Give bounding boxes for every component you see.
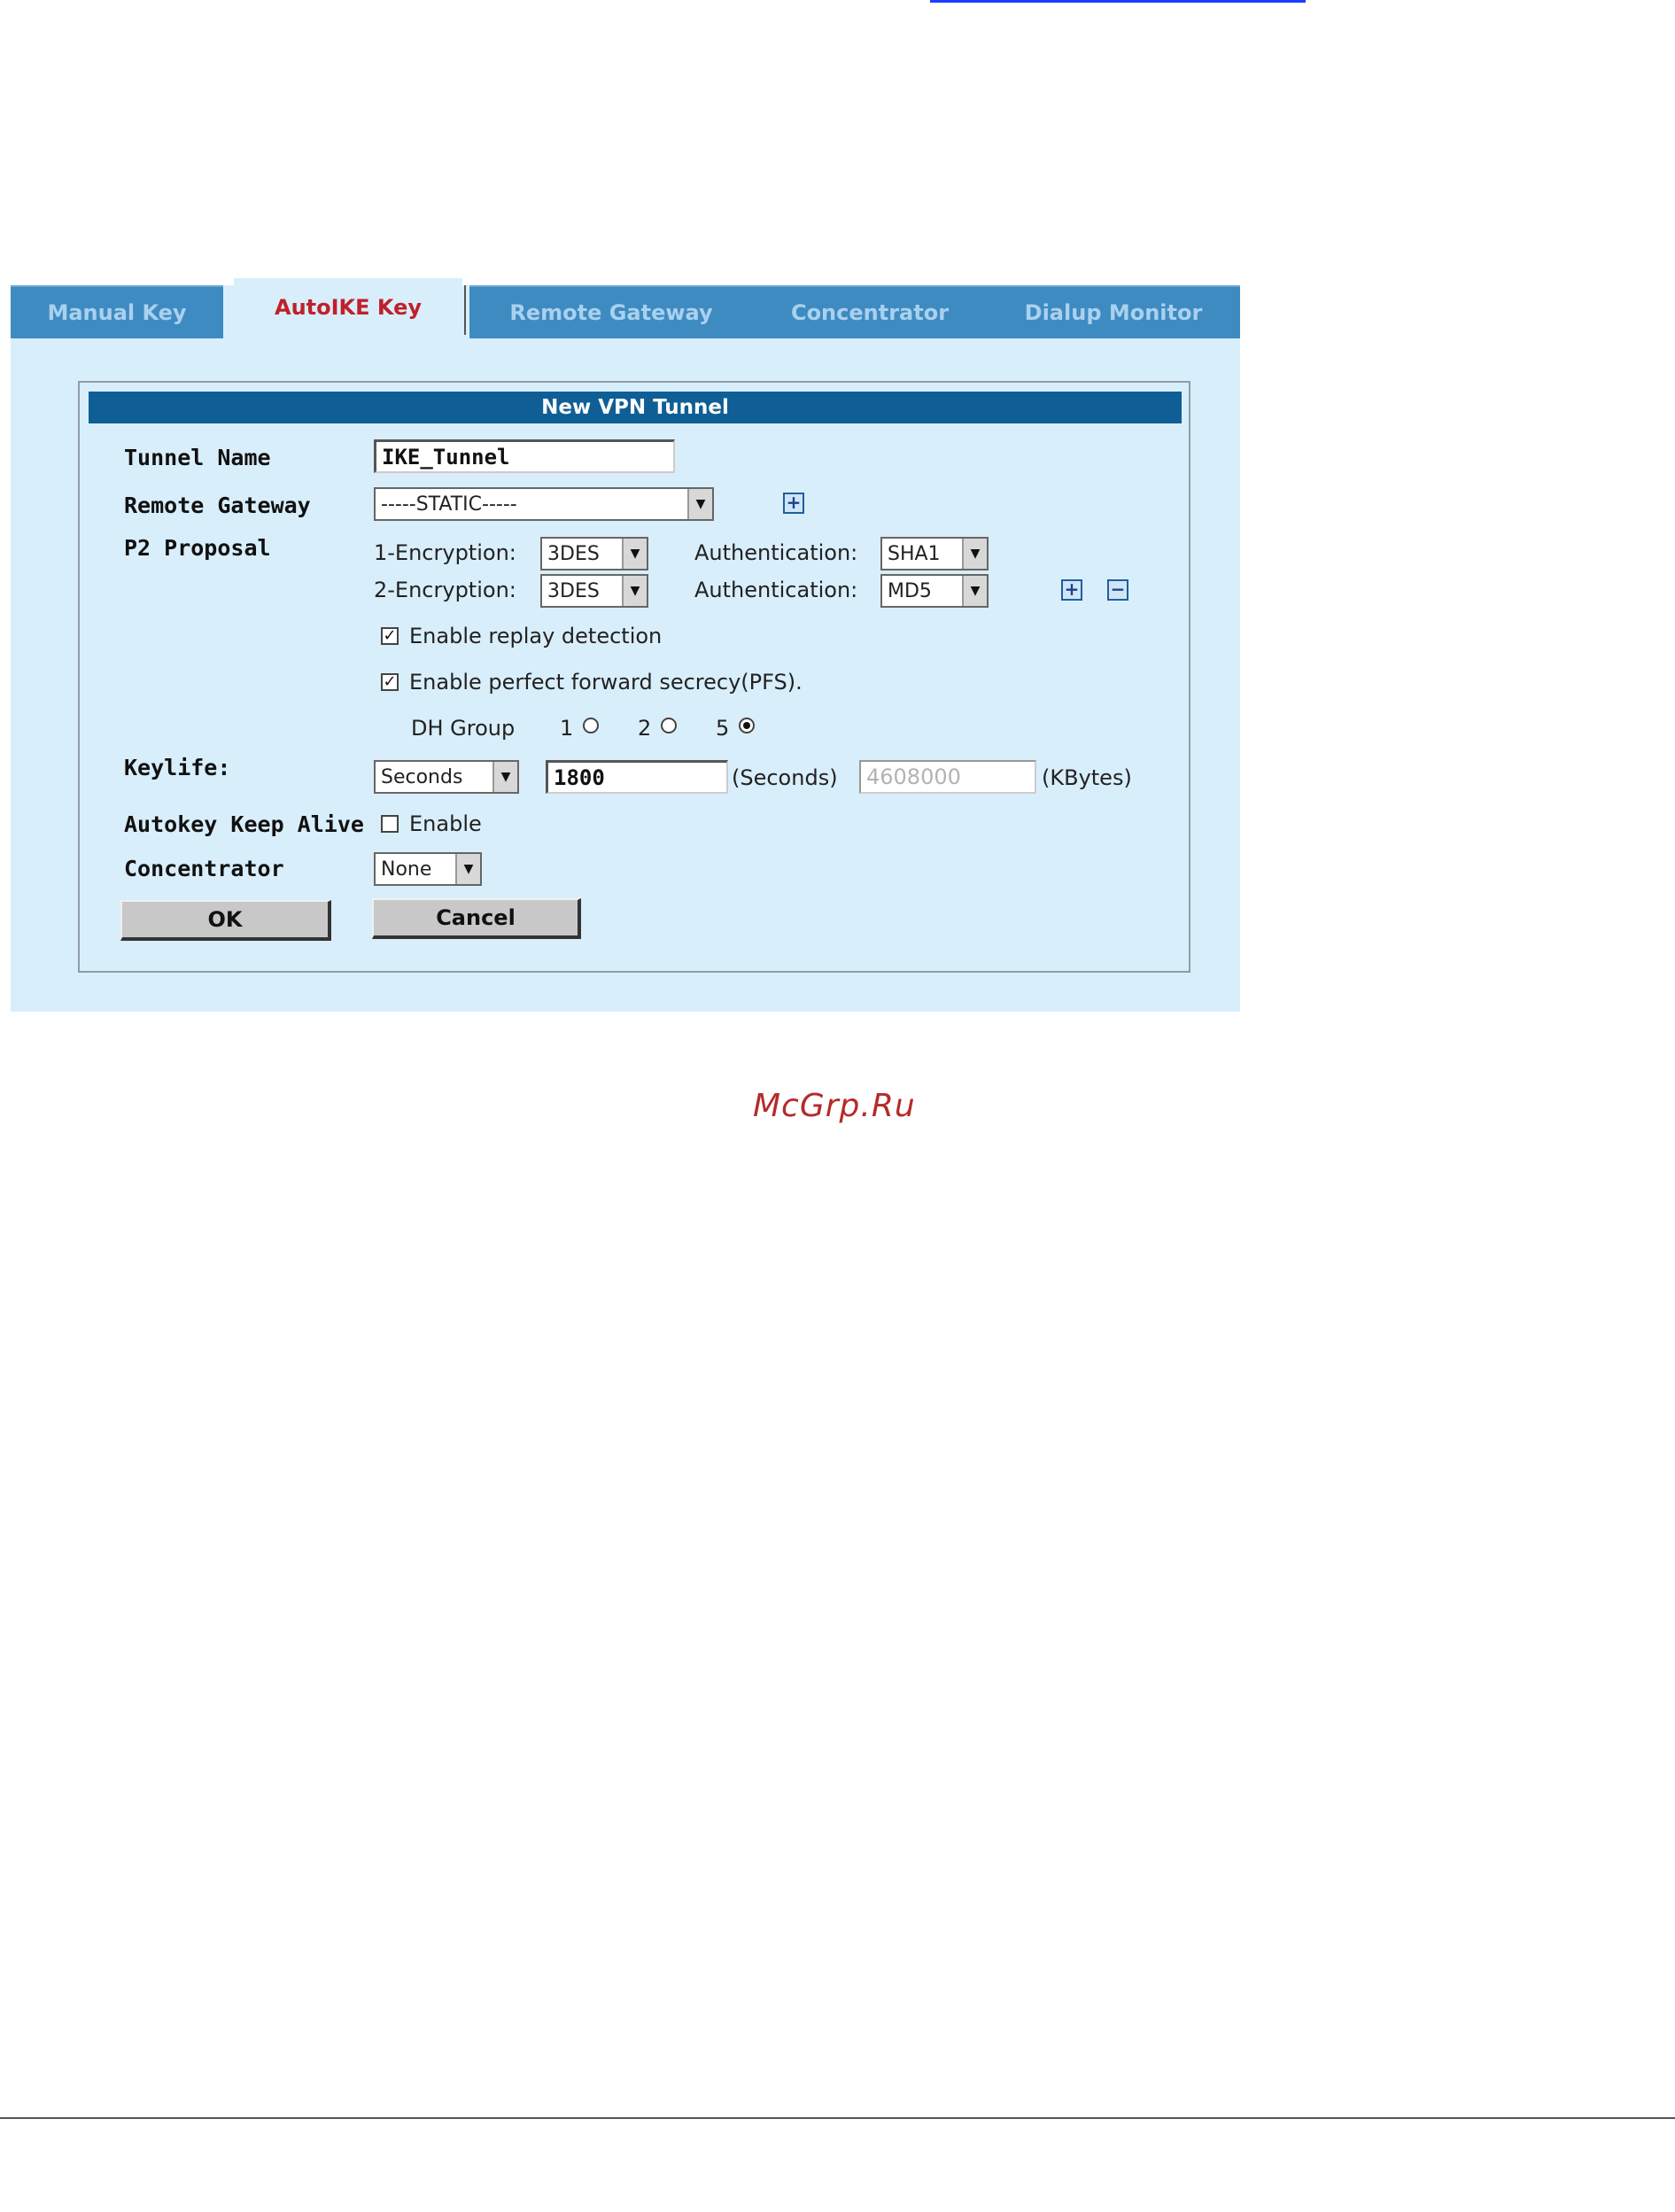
tab-bar: Manual Key AutoIKE Key Remote Gateway Co…	[11, 278, 1240, 338]
keylife-label: Keylife:	[124, 755, 231, 780]
authentication-1-label: Authentication:	[694, 540, 858, 565]
kbytes-unit-label: (KBytes)	[1042, 765, 1132, 790]
keep-alive-checkbox[interactable]	[381, 815, 399, 833]
concentrator-value: None	[381, 858, 432, 881]
chevron-down-icon: ▼	[687, 489, 712, 519]
tunnel-name-input[interactable]: IKE_Tunnel	[374, 439, 675, 473]
encryption-2-select[interactable]: 3DES ▼	[540, 574, 648, 608]
seconds-unit-label: (Seconds)	[732, 765, 838, 790]
dh-option-1-label: 1	[560, 716, 574, 741]
dh-group-label: DH Group	[411, 716, 516, 741]
dh-group-1-radio[interactable]	[583, 718, 599, 733]
tab-dialup-monitor[interactable]: Dialup Monitor	[987, 285, 1240, 338]
remote-gateway-label: Remote Gateway	[124, 493, 311, 518]
replay-detection-label: Enable replay detection	[409, 624, 663, 648]
encryption-1-label: 1-Encryption:	[374, 540, 516, 565]
chevron-down-icon: ▼	[962, 576, 987, 606]
new-vpn-tunnel-form: New VPN Tunnel Tunnel Name IKE_Tunnel Re…	[78, 381, 1190, 973]
bottom-divider	[0, 2117, 1675, 2119]
tab-remote-gateway[interactable]: Remote Gateway	[469, 285, 753, 338]
dh-option-5-label: 5	[716, 716, 730, 741]
keep-alive-enable-label: Enable	[409, 811, 482, 836]
encryption-1-value: 3DES	[547, 542, 600, 565]
dh-option-2-label: 2	[638, 716, 652, 741]
encryption-2-label: 2-Encryption:	[374, 578, 516, 602]
keylife-unit-value: Seconds	[381, 765, 463, 788]
tab-manual-key[interactable]: Manual Key	[11, 285, 223, 338]
chevron-down-icon: ▼	[455, 854, 480, 884]
add-proposal-icon[interactable]: +	[1061, 579, 1082, 601]
watermark-text: McGrp.Ru	[753, 1088, 916, 1124]
remote-gateway-select[interactable]: -----STATIC----- ▼	[374, 487, 714, 521]
form-title: New VPN Tunnel	[89, 392, 1182, 423]
chevron-down-icon: ▼	[962, 539, 987, 569]
keep-alive-label: Autokey Keep Alive	[124, 811, 364, 837]
top-link-underline[interactable]	[930, 0, 1306, 3]
tab-autoike-key[interactable]: AutoIKE Key	[234, 278, 466, 337]
chevron-down-icon: ▼	[622, 576, 647, 606]
dh-group-5-radio[interactable]	[739, 718, 755, 733]
cancel-button[interactable]: Cancel	[372, 898, 581, 939]
keylife-kbytes-input[interactable]: 4608000	[859, 760, 1036, 794]
concentrator-select[interactable]: None ▼	[374, 852, 482, 886]
dh-group-2-radio[interactable]	[661, 718, 677, 733]
authentication-2-label: Authentication:	[694, 578, 858, 602]
remote-gateway-value: -----STATIC-----	[381, 493, 517, 516]
vpn-config-panel: Manual Key AutoIKE Key Remote Gateway Co…	[11, 278, 1240, 1012]
add-remote-gateway-icon[interactable]: +	[783, 493, 804, 514]
encryption-1-select[interactable]: 3DES ▼	[540, 537, 648, 570]
keylife-unit-select[interactable]: Seconds ▼	[374, 760, 519, 794]
tunnel-name-label: Tunnel Name	[124, 445, 271, 470]
authentication-1-select[interactable]: SHA1 ▼	[880, 537, 989, 570]
tab-concentrator[interactable]: Concentrator	[749, 285, 990, 338]
concentrator-label: Concentrator	[124, 856, 284, 881]
chevron-down-icon: ▼	[622, 539, 647, 569]
ok-button[interactable]: OK	[120, 900, 331, 941]
pfs-label: Enable perfect forward secrecy(PFS).	[409, 670, 803, 695]
chevron-down-icon: ▼	[492, 762, 517, 792]
p2-proposal-label: P2 Proposal	[124, 535, 271, 561]
remove-proposal-icon[interactable]: −	[1107, 579, 1128, 601]
encryption-2-value: 3DES	[547, 579, 600, 602]
authentication-1-value: SHA1	[888, 542, 941, 565]
authentication-2-select[interactable]: MD5 ▼	[880, 574, 989, 608]
authentication-2-value: MD5	[888, 579, 932, 602]
pfs-checkbox[interactable]: ✓	[381, 673, 399, 691]
replay-detection-checkbox[interactable]: ✓	[381, 627, 399, 645]
keylife-seconds-input[interactable]: 1800	[546, 760, 728, 794]
